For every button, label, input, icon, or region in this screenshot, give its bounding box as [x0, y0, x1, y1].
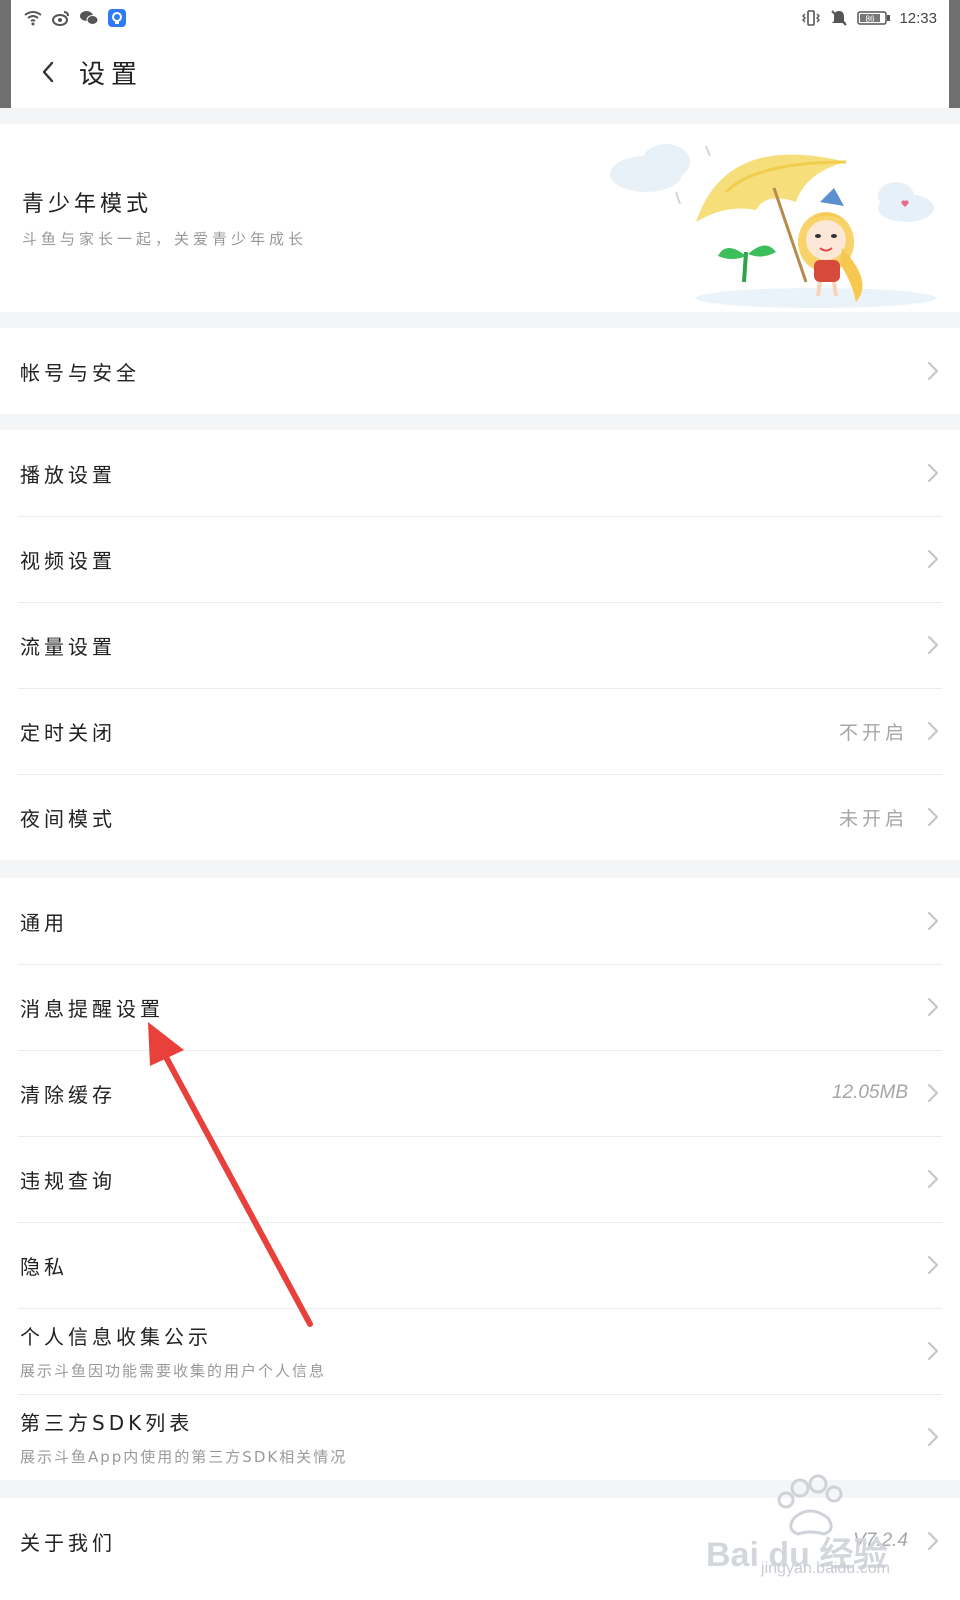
- row-label: 视频设置: [20, 548, 116, 573]
- row-value: 未开启: [838, 807, 908, 830]
- row-value: 不开启: [838, 721, 908, 744]
- header-bar: 设置: [11, 36, 949, 108]
- status-bar: 86 12:33: [11, 0, 949, 36]
- battery-icon: 86: [857, 9, 891, 27]
- status-time: 12:33: [899, 9, 937, 27]
- row-label: 个人信息收集公示: [20, 1325, 212, 1349]
- teen-mode-title: 青少年模式: [22, 192, 153, 217]
- chevron-right-icon: [928, 1532, 938, 1550]
- device-frame-right: [949, 0, 960, 108]
- row-subtitle: 展示斗鱼App内使用的第三方SDK相关情况: [20, 1448, 348, 1466]
- row-label: 帐号与安全: [20, 360, 140, 385]
- row-night-mode[interactable]: 夜间模式 未开启: [0, 774, 960, 860]
- row-label: 夜间模式: [20, 806, 116, 831]
- row-label: 消息提醒设置: [20, 996, 164, 1021]
- wechat-icon: [79, 9, 99, 27]
- group-playback: 播放设置 视频设置 流量设置 定时关闭 不开启 夜间模式 未开启: [0, 430, 960, 860]
- row-playback-settings[interactable]: 播放设置: [0, 430, 960, 516]
- weibo-icon: [51, 9, 71, 27]
- device-frame-left: [0, 0, 11, 108]
- chevron-right-icon: [928, 1428, 938, 1446]
- row-label: 播放设置: [20, 462, 116, 487]
- vibrate-icon: [801, 9, 821, 27]
- row-label: 清除缓存: [20, 1082, 116, 1107]
- chevron-left-icon: [42, 61, 54, 83]
- watermark-url: jingyan.baidu.com: [761, 1560, 890, 1577]
- row-general[interactable]: 通用: [0, 878, 960, 964]
- row-clear-cache[interactable]: 清除缓存 12.05MB: [0, 1050, 960, 1136]
- back-button[interactable]: [29, 53, 67, 91]
- umbrella-girl-illustration: [610, 144, 936, 308]
- row-sleep-timer[interactable]: 定时关闭 不开启: [0, 688, 960, 774]
- row-label: 定时关闭: [20, 720, 116, 745]
- row-personal-info-disclosure[interactable]: 个人信息收集公示 展示斗鱼因功能需要收集的用户个人信息: [0, 1308, 960, 1394]
- chevron-right-icon: [928, 550, 938, 568]
- page-title: 设置: [79, 59, 144, 90]
- row-data-usage-settings[interactable]: 流量设置: [0, 602, 960, 688]
- row-subtitle: 展示斗鱼因功能需要收集的用户个人信息: [20, 1362, 327, 1380]
- battery-level: 86: [866, 15, 875, 24]
- row-notification-settings[interactable]: 消息提醒设置: [0, 964, 960, 1050]
- group-account: 帐号与安全: [0, 328, 960, 414]
- row-third-party-sdk-list[interactable]: 第三方SDK列表 展示斗鱼App内使用的第三方SDK相关情况: [0, 1394, 960, 1480]
- row-label: 关于我们: [20, 1530, 116, 1555]
- teen-mode-subtitle: 斗鱼与家长一起，关爱青少年成长: [22, 230, 308, 248]
- chevron-right-icon: [928, 1170, 938, 1188]
- chevron-right-icon: [928, 912, 938, 930]
- chevron-right-icon: [928, 722, 938, 740]
- row-label: 流量设置: [20, 634, 116, 659]
- row-video-settings[interactable]: 视频设置: [0, 516, 960, 602]
- wifi-icon: [23, 9, 43, 27]
- row-label: 通用: [20, 910, 68, 935]
- row-label: 第三方SDK列表: [20, 1411, 194, 1435]
- chevron-right-icon: [928, 1256, 938, 1274]
- chevron-right-icon: [928, 464, 938, 482]
- app-badge-icon: [107, 9, 127, 27]
- group-general: 通用 消息提醒设置 清除缓存 12.05MB 违规查询 隐私 个人信息收集公示 …: [0, 878, 960, 1480]
- chevron-right-icon: [928, 1342, 938, 1360]
- chevron-right-icon: [928, 808, 938, 826]
- row-violation-query[interactable]: 违规查询: [0, 1136, 960, 1222]
- row-privacy[interactable]: 隐私: [0, 1222, 960, 1308]
- row-account-security[interactable]: 帐号与安全: [0, 328, 960, 414]
- chevron-right-icon: [928, 1084, 938, 1102]
- teen-mode-banner[interactable]: 青少年模式 斗鱼与家长一起，关爱青少年成长: [0, 124, 960, 312]
- chevron-right-icon: [928, 636, 938, 654]
- row-label: 违规查询: [20, 1168, 116, 1193]
- chevron-right-icon: [928, 998, 938, 1016]
- row-label: 隐私: [20, 1254, 68, 1279]
- mute-icon: [829, 9, 849, 27]
- chevron-right-icon: [928, 362, 938, 380]
- row-value: 12.05MB: [831, 1082, 908, 1103]
